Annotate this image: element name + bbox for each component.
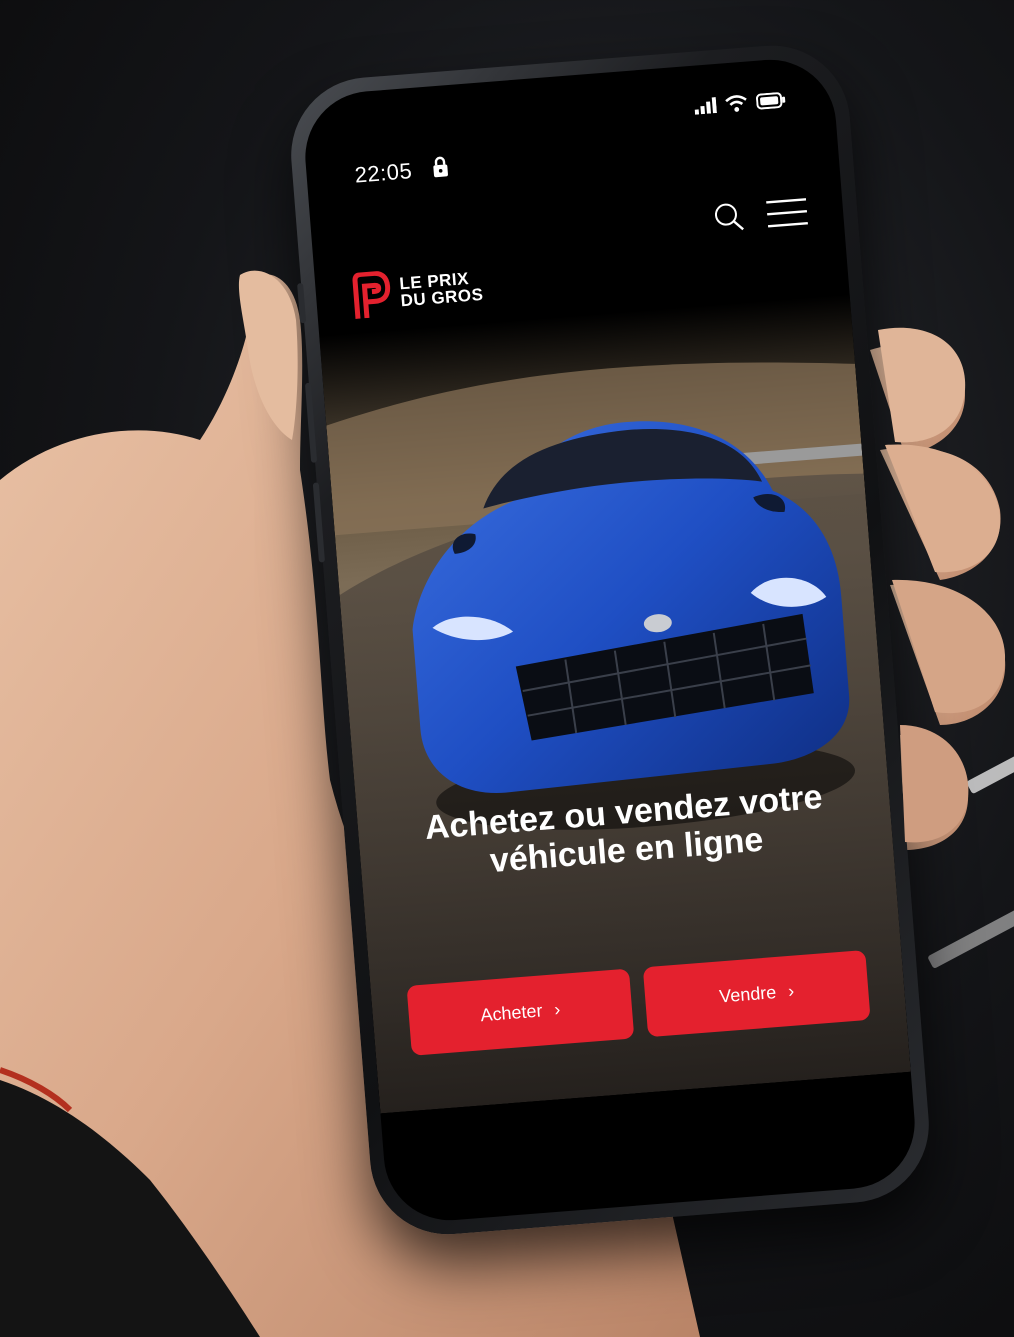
fingers-overlay	[238, 270, 1006, 843]
